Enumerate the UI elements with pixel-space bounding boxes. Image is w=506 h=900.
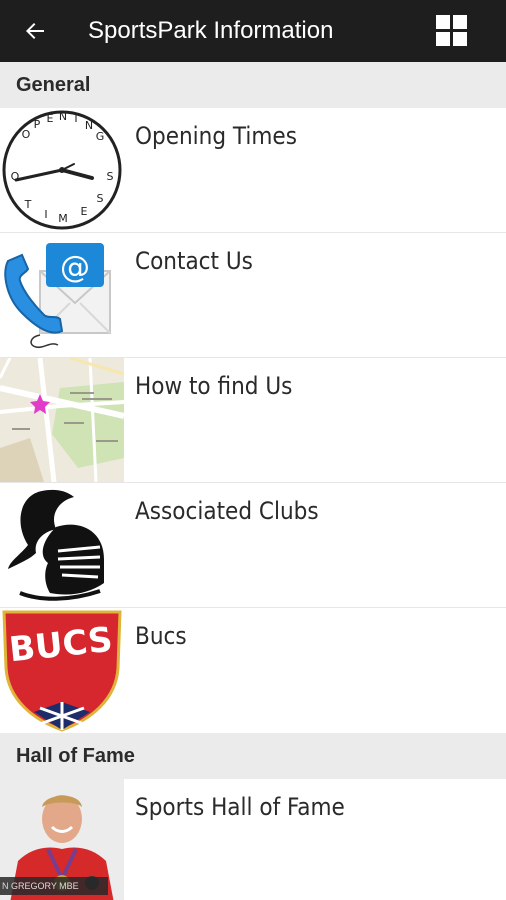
list-item-contact-us[interactable]: @ Contact Us — [0, 233, 506, 358]
back-button[interactable] — [0, 0, 70, 62]
svg-text:N: N — [85, 119, 93, 132]
list-item-opening-times[interactable]: O P E N I N G S S E M I T O Opening Time… — [0, 108, 506, 233]
section-header-hall-of-fame: Hall of Fame — [0, 733, 506, 779]
list-item-how-to-find-us[interactable]: How to find Us — [0, 358, 506, 483]
app-title: SportsPark Information — [88, 17, 334, 44]
knight-helmet-icon — [0, 483, 124, 607]
map-icon — [0, 358, 124, 482]
info-list: General O P E N I N G S S E M I T O Open… — [0, 62, 506, 900]
svg-text:M: M — [58, 212, 68, 225]
svg-text:S: S — [107, 170, 114, 183]
app-bar: SportsPark Information — [0, 0, 506, 62]
svg-text:I: I — [44, 208, 47, 221]
list-item-sports-hall-of-fame[interactable]: N GREGORY MBE Sports Hall of Fame — [0, 779, 506, 900]
list-item-label: Associated Clubs — [135, 497, 319, 525]
svg-text:E: E — [47, 112, 54, 125]
svg-text:E: E — [81, 205, 88, 218]
bucs-shield-icon: BUCS — [0, 608, 124, 732]
svg-text:I: I — [74, 112, 77, 125]
clock-letter: O — [22, 128, 31, 141]
list-item-label: How to find Us — [135, 372, 293, 400]
photo-caption: N GREGORY MBE — [0, 877, 108, 895]
grid-icon — [436, 15, 450, 29]
svg-text:T: T — [24, 198, 32, 211]
svg-text:P: P — [34, 118, 41, 131]
list-item-label: Contact Us — [135, 247, 253, 275]
list-item-bucs[interactable]: BUCS Bucs — [0, 608, 506, 733]
email-at-symbol: @ — [60, 250, 90, 285]
phone-email-icon: @ — [0, 233, 124, 357]
list-item-label: Bucs — [135, 622, 187, 650]
athlete-photo-icon: N GREGORY MBE — [0, 779, 124, 900]
list-item-label: Sports Hall of Fame — [135, 793, 345, 821]
svg-text:S: S — [97, 192, 104, 205]
arrow-left-icon — [26, 23, 44, 39]
list-item-label: Opening Times — [135, 122, 297, 150]
svg-text:G: G — [96, 130, 105, 143]
list-item-associated-clubs[interactable]: Associated Clubs — [0, 483, 506, 608]
section-header-general: General — [0, 62, 506, 108]
clock-icon: O P E N I N G S S E M I T O — [0, 108, 124, 232]
svg-text:N: N — [59, 110, 67, 123]
grid-menu-button[interactable] — [436, 15, 468, 47]
